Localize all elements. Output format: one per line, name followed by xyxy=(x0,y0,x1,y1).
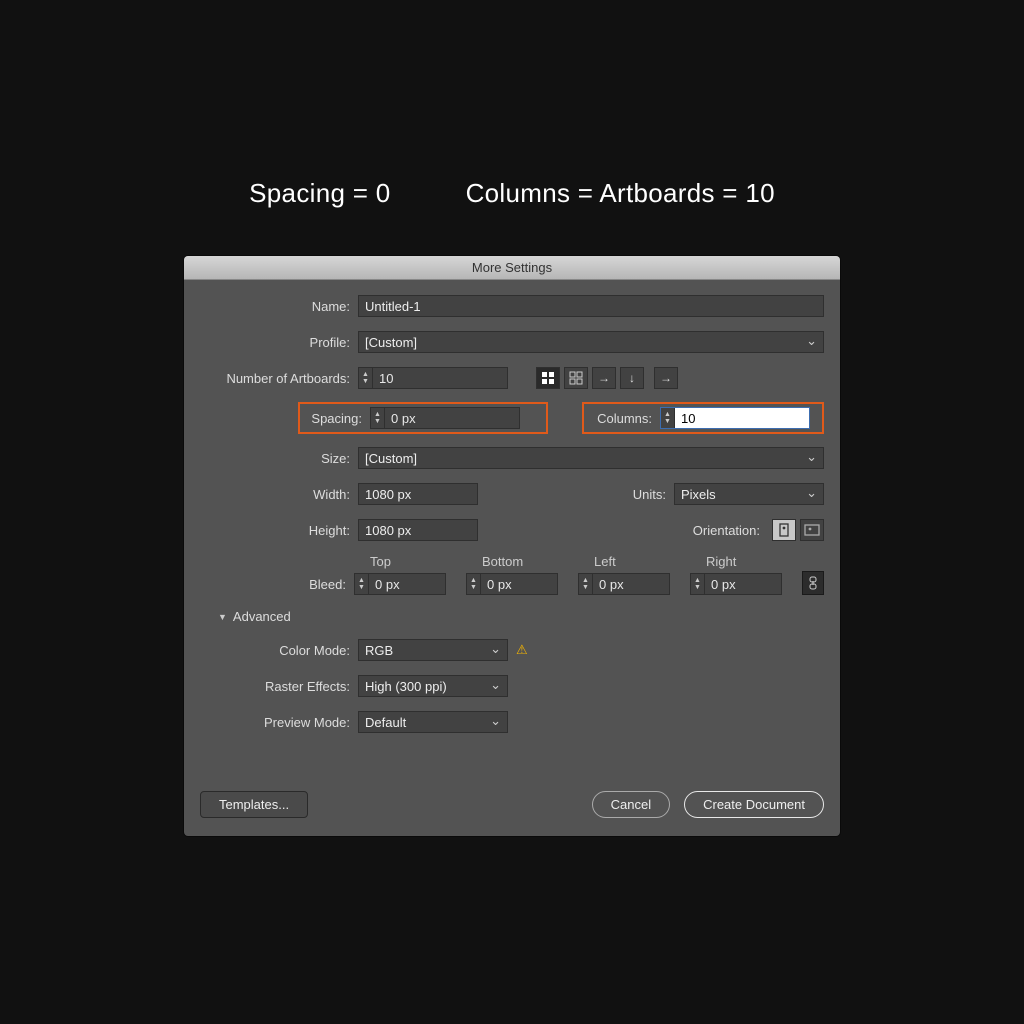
bleed-right-label: Right xyxy=(690,554,782,569)
bleed-top-stepper[interactable]: 0 px xyxy=(354,573,446,595)
units-select[interactable]: Pixels xyxy=(674,483,824,505)
arrange-down-icon[interactable]: ↓ xyxy=(620,367,644,389)
create-document-button[interactable]: Create Document xyxy=(684,791,824,818)
link-bleed-icon[interactable] xyxy=(802,571,824,595)
stepper-arrows-icon[interactable] xyxy=(371,408,385,428)
bleed-top-label: Top xyxy=(354,554,446,569)
preview-mode-select[interactable]: Default xyxy=(358,711,508,733)
arrange-right-icon[interactable]: → xyxy=(592,367,616,389)
size-label: Size: xyxy=(200,451,358,466)
spacing-label: Spacing: xyxy=(304,411,370,426)
height-label: Height: xyxy=(200,523,358,538)
orientation-landscape-icon[interactable] xyxy=(800,519,824,541)
orientation-label: Orientation: xyxy=(693,523,768,538)
grid-by-column-icon[interactable] xyxy=(564,367,588,389)
preview-mode-label: Preview Mode: xyxy=(200,715,358,730)
width-input[interactable]: 1080 px xyxy=(358,483,478,505)
cancel-button[interactable]: Cancel xyxy=(592,791,670,818)
rtl-toggle-icon[interactable]: → xyxy=(654,367,678,389)
columns-label: Columns: xyxy=(588,411,660,426)
raster-effects-select[interactable]: High (300 ppi) xyxy=(358,675,508,697)
warning-icon: ⚠ xyxy=(516,642,528,658)
color-mode-label: Color Mode: xyxy=(200,643,358,658)
units-label: Units: xyxy=(633,487,674,502)
disclosure-triangle-icon: ▼ xyxy=(218,612,227,622)
artboards-stepper[interactable]: 10 xyxy=(358,367,508,389)
bleed-right-stepper[interactable]: 0 px xyxy=(690,573,782,595)
width-label: Width: xyxy=(200,487,358,502)
dialog-title: More Settings xyxy=(184,256,840,280)
more-settings-dialog: More Settings Name: Untitled-1 Profile: … xyxy=(184,256,840,836)
bleed-label: Bleed: xyxy=(200,577,354,595)
advanced-disclosure[interactable]: ▼ Advanced xyxy=(218,609,824,624)
profile-select[interactable]: [Custom] xyxy=(358,331,824,353)
caption-left: Spacing = 0 xyxy=(249,178,390,208)
profile-label: Profile: xyxy=(200,335,358,350)
annotation-caption: Spacing = 0 Columns = Artboards = 10 xyxy=(0,178,1024,209)
columns-stepper[interactable]: 10 xyxy=(660,407,810,429)
size-select[interactable]: [Custom] xyxy=(358,447,824,469)
stepper-arrows-icon[interactable] xyxy=(661,408,675,428)
bleed-bottom-label: Bottom xyxy=(466,554,558,569)
templates-button[interactable]: Templates... xyxy=(200,791,308,818)
bleed-bottom-stepper[interactable]: 0 px xyxy=(466,573,558,595)
stepper-arrows-icon[interactable] xyxy=(359,368,373,388)
color-mode-select[interactable]: RGB xyxy=(358,639,508,661)
artboards-label: Number of Artboards: xyxy=(200,371,358,386)
name-label: Name: xyxy=(200,299,358,314)
spacing-highlight: Spacing: 0 px xyxy=(298,402,548,434)
bleed-left-label: Left xyxy=(578,554,670,569)
grid-by-row-icon[interactable] xyxy=(536,367,560,389)
raster-effects-label: Raster Effects: xyxy=(200,679,358,694)
columns-highlight: Columns: 10 xyxy=(582,402,824,434)
name-input[interactable]: Untitled-1 xyxy=(358,295,824,317)
bleed-left-stepper[interactable]: 0 px xyxy=(578,573,670,595)
height-input[interactable]: 1080 px xyxy=(358,519,478,541)
caption-right: Columns = Artboards = 10 xyxy=(466,178,775,208)
orientation-portrait-icon[interactable] xyxy=(772,519,796,541)
spacing-stepper[interactable]: 0 px xyxy=(370,407,520,429)
